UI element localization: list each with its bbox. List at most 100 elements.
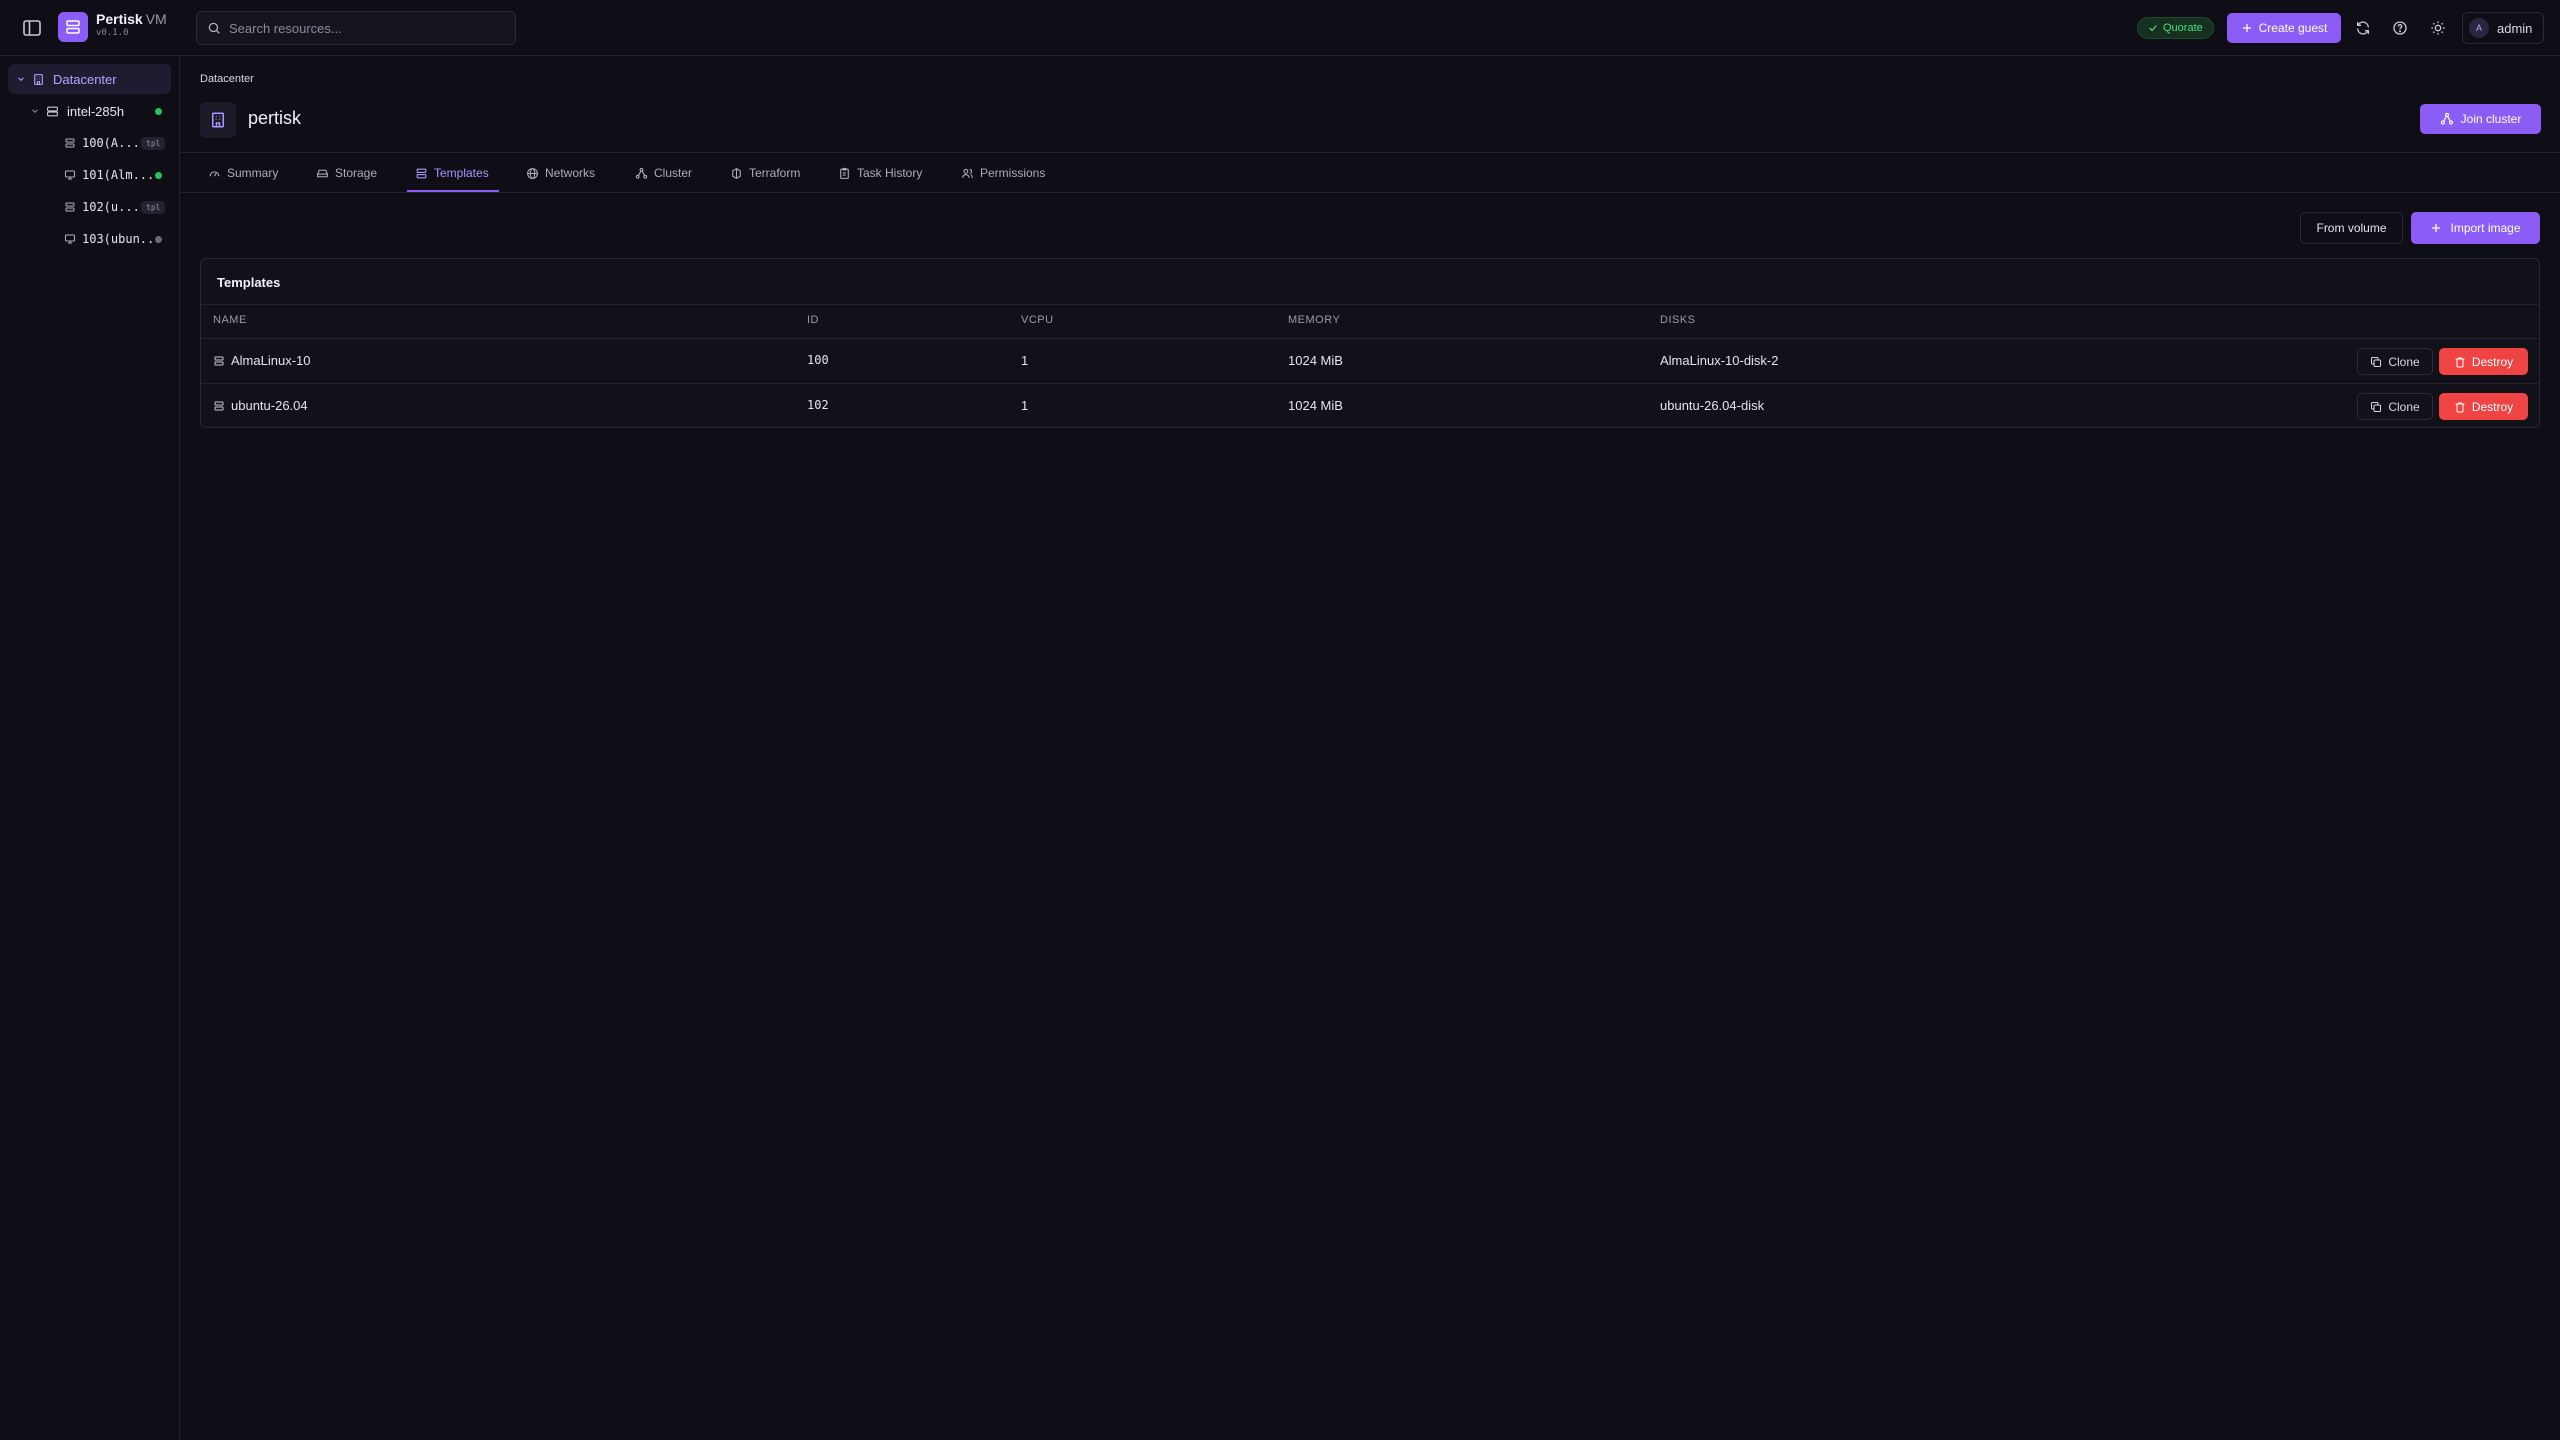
tab-cluster[interactable]: Cluster — [635, 163, 692, 183]
divider — [180, 192, 2560, 193]
quorate-status-badge: Quorate — [2137, 17, 2214, 39]
app-logo[interactable] — [58, 12, 88, 42]
sidebar: Datacenter intel-285h 100(A... tpl 101(A… — [0, 56, 180, 1440]
create-guest-button[interactable]: Create guest — [2227, 13, 2341, 43]
breadcrumb[interactable]: Datacenter — [200, 73, 254, 85]
destroy-button[interactable]: Destroy — [2439, 348, 2528, 375]
theme-toggle-icon[interactable] — [2427, 17, 2449, 39]
template-id: 100 — [807, 353, 829, 367]
card-title: Templates — [217, 275, 281, 290]
sidebar-toggle-icon[interactable] — [20, 16, 44, 40]
copy-icon — [2370, 356, 2382, 368]
tree-item-label: 100(A... — [82, 136, 140, 150]
online-status-dot — [155, 108, 162, 115]
column-header-name: NAME — [213, 314, 247, 326]
terraform-icon — [730, 167, 743, 180]
tab-templates[interactable]: Templates — [415, 163, 489, 183]
table-row[interactable]: AlmaLinux-10 100 1 1024 MiB AlmaLinux-10… — [201, 339, 2539, 383]
tree-item-datacenter[interactable]: Datacenter — [8, 64, 171, 94]
tab-label: Templates — [434, 166, 489, 180]
avatar: A — [2469, 18, 2489, 38]
clone-button[interactable]: Clone — [2357, 393, 2433, 420]
import-image-label: Import image — [2450, 221, 2521, 235]
table-row[interactable]: ubuntu-26.04 102 1 1024 MiB ubuntu-26.04… — [201, 384, 2539, 428]
join-cluster-label: Join cluster — [2460, 112, 2522, 126]
templates-card: Templates NAME ID VCPU MEMORY DISKS Alma… — [200, 258, 2540, 428]
brand: Pertisk VM v0.1.0 — [96, 11, 167, 38]
plus-icon — [2430, 222, 2442, 234]
hard-drive-icon — [316, 167, 329, 180]
template-icon — [213, 400, 225, 412]
refresh-icon[interactable] — [2352, 17, 2374, 39]
template-vcpu: 1 — [1021, 353, 1029, 368]
app-version: v0.1.0 — [96, 28, 129, 38]
datacenter-icon — [200, 102, 236, 138]
import-image-button[interactable]: Import image — [2411, 212, 2540, 244]
server-icon — [42, 105, 62, 118]
tab-label: Task History — [857, 166, 923, 180]
from-volume-button[interactable]: From volume — [2300, 212, 2403, 244]
tab-label: Terraform — [749, 166, 801, 180]
template-badge: tpl — [141, 201, 166, 214]
chevron-down-icon[interactable] — [14, 74, 28, 84]
clipboard-icon — [838, 167, 851, 180]
clone-button[interactable]: Clone — [2357, 348, 2433, 375]
trash-icon — [2454, 401, 2466, 413]
tree-item-label: 101(Alm... — [82, 168, 155, 182]
template-id: 102 — [807, 398, 829, 412]
divider — [180, 152, 2560, 153]
tab-summary[interactable]: Summary — [208, 163, 278, 183]
user-menu-button[interactable]: A admin — [2462, 12, 2544, 44]
help-icon[interactable] — [2389, 17, 2411, 39]
chevron-down-icon[interactable] — [28, 106, 42, 116]
create-guest-label: Create guest — [2258, 21, 2328, 35]
tab-terraform[interactable]: Terraform — [730, 163, 800, 183]
template-icon — [62, 201, 78, 213]
globe-icon — [526, 167, 539, 180]
template-name-cell: ubuntu-26.04 — [213, 398, 308, 413]
running-status-dot — [155, 172, 162, 179]
tree-item-node[interactable]: intel-285h — [28, 96, 168, 126]
destroy-button[interactable]: Destroy — [2439, 393, 2528, 420]
monitor-icon — [62, 169, 78, 181]
tab-label: Storage — [335, 166, 378, 180]
tree-item-guest[interactable]: 101(Alm... — [62, 160, 172, 190]
app-name-suffix: VM — [145, 11, 167, 27]
search-box[interactable] — [196, 11, 516, 45]
search-input[interactable] — [229, 20, 499, 36]
tab-label: Networks — [545, 166, 596, 180]
divider — [201, 304, 2539, 305]
cluster-icon — [2440, 112, 2454, 126]
tab-task-history[interactable]: Task History — [838, 163, 922, 183]
column-header-disks: DISKS — [1660, 314, 1696, 326]
join-cluster-button[interactable]: Join cluster — [2420, 104, 2541, 134]
template-icon — [213, 355, 225, 367]
template-name-cell: AlmaLinux-10 — [213, 353, 311, 368]
tab-permissions[interactable]: Permissions — [961, 163, 1045, 183]
template-name: ubuntu-26.04 — [231, 398, 308, 413]
column-header-id: ID — [807, 314, 819, 326]
template-name: AlmaLinux-10 — [231, 353, 311, 368]
tree-item-guest[interactable]: 102(u... tpl — [62, 192, 172, 222]
clone-label: Clone — [2388, 354, 2420, 369]
search-icon — [207, 21, 221, 35]
clone-label: Clone — [2388, 399, 2420, 414]
column-header-memory: MEMORY — [1288, 314, 1341, 326]
tree-item-guest[interactable]: 100(A... tpl — [62, 128, 172, 158]
template-vcpu: 1 — [1021, 398, 1029, 413]
template-badge: tpl — [141, 137, 166, 150]
tab-networks[interactable]: Networks — [526, 163, 595, 183]
gauge-icon — [208, 167, 221, 180]
destroy-label: Destroy — [2471, 399, 2514, 414]
tree-item-guest[interactable]: 103(ubun... — [62, 224, 172, 254]
tab-storage[interactable]: Storage — [316, 163, 377, 183]
column-header-vcpu: VCPU — [1021, 314, 1054, 326]
tab-label: Cluster — [654, 166, 693, 180]
copy-icon — [2370, 401, 2382, 413]
destroy-label: Destroy — [2471, 354, 2514, 369]
tab-label: Summary — [227, 166, 279, 180]
template-disks: AlmaLinux-10-disk-2 — [1660, 353, 1779, 368]
user-name: admin — [2497, 20, 2533, 36]
tree-item-label: 103(ubun... — [82, 232, 162, 246]
users-icon — [961, 167, 974, 180]
